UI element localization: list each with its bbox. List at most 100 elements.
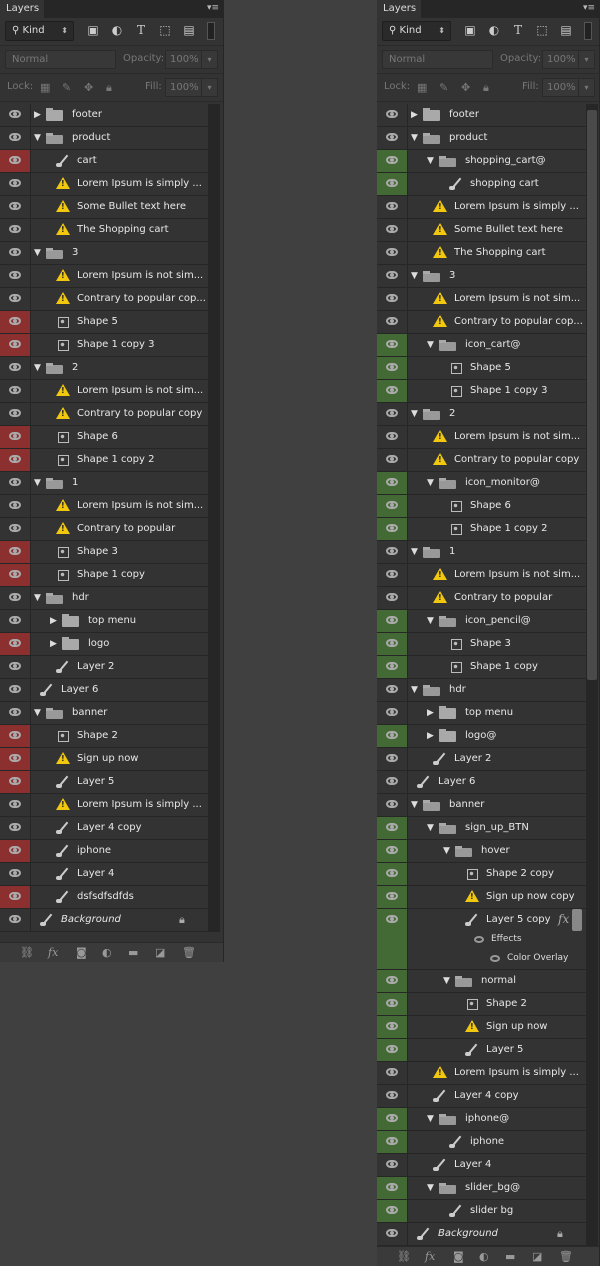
visibility-toggle[interactable] bbox=[0, 610, 31, 632]
pixel-filter-icon[interactable]: ▣ bbox=[463, 23, 477, 37]
opacity-field[interactable]: 100% ▾ bbox=[165, 50, 218, 69]
layer-row[interactable]: iphone bbox=[0, 840, 208, 863]
visibility-toggle[interactable] bbox=[0, 173, 31, 195]
visibility-toggle[interactable] bbox=[377, 886, 408, 908]
visibility-toggle[interactable] bbox=[377, 334, 408, 356]
visibility-toggle[interactable] bbox=[377, 1154, 408, 1176]
layer-row[interactable]: shopping cart bbox=[377, 173, 586, 196]
visibility-toggle[interactable] bbox=[377, 495, 408, 517]
visibility-toggle[interactable] bbox=[377, 265, 408, 287]
dropdown-icon[interactable]: ▾ bbox=[201, 79, 217, 96]
visibility-toggle[interactable] bbox=[0, 127, 31, 149]
layer-row[interactable]: ▼ product bbox=[0, 127, 208, 150]
color-overlay-effect[interactable]: Color Overlay bbox=[507, 953, 568, 963]
layer-row[interactable]: ! Contrary to popular bbox=[377, 587, 586, 610]
visibility-toggle[interactable] bbox=[0, 909, 31, 931]
filter-toggle[interactable] bbox=[584, 22, 592, 40]
visibility-toggle[interactable] bbox=[0, 104, 31, 126]
smart-object-filter-icon[interactable]: ▤ bbox=[559, 23, 573, 37]
panel-menu-icon[interactable]: ▾≡ bbox=[583, 3, 595, 13]
visibility-toggle[interactable] bbox=[0, 656, 31, 678]
new-layer-icon[interactable]: ◪ bbox=[155, 946, 165, 959]
visibility-toggle[interactable] bbox=[0, 702, 31, 724]
visibility-toggle[interactable] bbox=[377, 288, 408, 310]
visibility-toggle[interactable] bbox=[377, 633, 408, 655]
layer-row[interactable]: ▼ 3 bbox=[377, 265, 586, 288]
visibility-toggle[interactable] bbox=[377, 679, 408, 701]
effect-eye-icon[interactable] bbox=[474, 936, 484, 943]
layers-scrollbar[interactable] bbox=[586, 104, 598, 1246]
tab-layers[interactable]: Layers bbox=[0, 0, 44, 18]
visibility-toggle[interactable] bbox=[377, 196, 408, 218]
expand-arrow-icon[interactable]: ▶ bbox=[50, 639, 57, 649]
layer-row[interactable]: ! Some Bullet text here bbox=[377, 219, 586, 242]
opacity-field[interactable]: 100% ▾ bbox=[542, 50, 595, 69]
visibility-toggle[interactable] bbox=[0, 564, 31, 586]
visibility-toggle[interactable] bbox=[377, 794, 408, 816]
fx-icon[interactable]: fx bbox=[48, 946, 58, 959]
visibility-toggle[interactable] bbox=[377, 1108, 408, 1130]
collapse-arrow-icon[interactable]: ▼ bbox=[34, 593, 41, 603]
layer-row[interactable]: ! Contrary to popular bbox=[0, 518, 208, 541]
layer-row[interactable]: ! Lorem Ipsum is simply ... bbox=[0, 794, 208, 817]
collapse-arrow-icon[interactable]: ▼ bbox=[427, 616, 434, 626]
layer-row[interactable]: ▼ sign_up_BTN bbox=[377, 817, 586, 840]
blend-mode-select[interactable]: Normal bbox=[5, 50, 116, 69]
collapse-arrow-icon[interactable]: ▼ bbox=[427, 1114, 434, 1124]
collapse-arrow-icon[interactable]: ▼ bbox=[411, 409, 418, 419]
lock-all-icon[interactable]: 🔒︎ bbox=[483, 82, 494, 93]
expand-arrow-icon[interactable]: ▶ bbox=[427, 708, 434, 718]
collapse-arrow-icon[interactable]: ▼ bbox=[443, 846, 450, 856]
layer-row[interactable]: ! Sign up now bbox=[377, 1016, 586, 1039]
link-layers-icon[interactable]: ⛓ bbox=[397, 1250, 411, 1263]
visibility-toggle[interactable] bbox=[377, 127, 408, 149]
layer-row[interactable]: Shape 5 bbox=[377, 357, 586, 380]
layer-row[interactable]: ! Contrary to popular cop... bbox=[377, 311, 586, 334]
layer-row[interactable]: Shape 2 bbox=[377, 993, 586, 1016]
visibility-toggle[interactable] bbox=[377, 771, 408, 793]
visibility-toggle[interactable] bbox=[377, 541, 408, 563]
collapse-arrow-icon[interactable]: ▼ bbox=[34, 133, 41, 143]
visibility-toggle[interactable] bbox=[377, 242, 408, 264]
new-group-icon[interactable]: ▬ bbox=[505, 1250, 515, 1263]
layer-row[interactable]: ! Sign up now copy bbox=[377, 886, 586, 909]
visibility-toggle[interactable] bbox=[0, 748, 31, 770]
layer-row[interactable]: ▶ logo@ bbox=[377, 725, 586, 748]
layer-row[interactable]: Layer 4 bbox=[377, 1154, 586, 1177]
add-mask-icon[interactable]: ◙ bbox=[76, 946, 87, 959]
layer-row[interactable]: ▼ hdr bbox=[377, 679, 586, 702]
layer-row[interactable]: iphone bbox=[377, 1131, 586, 1154]
layer-row[interactable]: Layer 6 bbox=[377, 771, 586, 794]
visibility-toggle[interactable] bbox=[377, 1223, 408, 1245]
visibility-toggle[interactable] bbox=[377, 403, 408, 425]
lock-pixels-icon[interactable]: ✎ bbox=[439, 82, 450, 93]
layer-row[interactable]: ! Lorem Ipsum is not sim... bbox=[0, 265, 208, 288]
add-mask-icon[interactable]: ◙ bbox=[453, 1250, 464, 1263]
shape-filter-icon[interactable]: ⬚ bbox=[535, 23, 549, 37]
layer-row[interactable]: ▶ footer bbox=[377, 104, 586, 127]
visibility-toggle[interactable] bbox=[377, 1039, 408, 1061]
effects-collapse-button[interactable] bbox=[572, 909, 582, 931]
layer-row[interactable]: Shape 5 bbox=[0, 311, 208, 334]
layer-row[interactable]: Shape 1 copy 3 bbox=[0, 334, 208, 357]
visibility-toggle[interactable] bbox=[377, 702, 408, 724]
visibility-toggle[interactable] bbox=[0, 495, 31, 517]
visibility-toggle[interactable] bbox=[0, 426, 31, 448]
layers-scrollbar[interactable] bbox=[208, 104, 220, 932]
layer-row[interactable]: Shape 1 copy 3 bbox=[377, 380, 586, 403]
layer-row[interactable]: ▼ 1 bbox=[377, 541, 586, 564]
visibility-toggle[interactable] bbox=[377, 104, 408, 126]
collapse-arrow-icon[interactable]: ▼ bbox=[411, 271, 418, 281]
visibility-toggle[interactable] bbox=[377, 909, 408, 969]
collapse-arrow-icon[interactable]: ▼ bbox=[427, 340, 434, 350]
adjustment-filter-icon[interactable]: ◐ bbox=[487, 23, 501, 37]
adjustment-layer-icon[interactable]: ◐ bbox=[479, 1250, 489, 1263]
layer-row[interactable]: Shape 1 copy 2 bbox=[377, 518, 586, 541]
visibility-toggle[interactable] bbox=[0, 449, 31, 471]
layer-row[interactable]: Shape 1 copy bbox=[0, 564, 208, 587]
visibility-toggle[interactable] bbox=[377, 1200, 408, 1222]
fill-field[interactable]: 100% ▾ bbox=[542, 78, 595, 97]
layer-row[interactable]: Layer 5 copy fx Effects Color Overlay bbox=[377, 909, 586, 970]
fx-icon[interactable]: fx bbox=[558, 912, 569, 926]
lock-pixels-icon[interactable]: ✎ bbox=[62, 82, 73, 93]
